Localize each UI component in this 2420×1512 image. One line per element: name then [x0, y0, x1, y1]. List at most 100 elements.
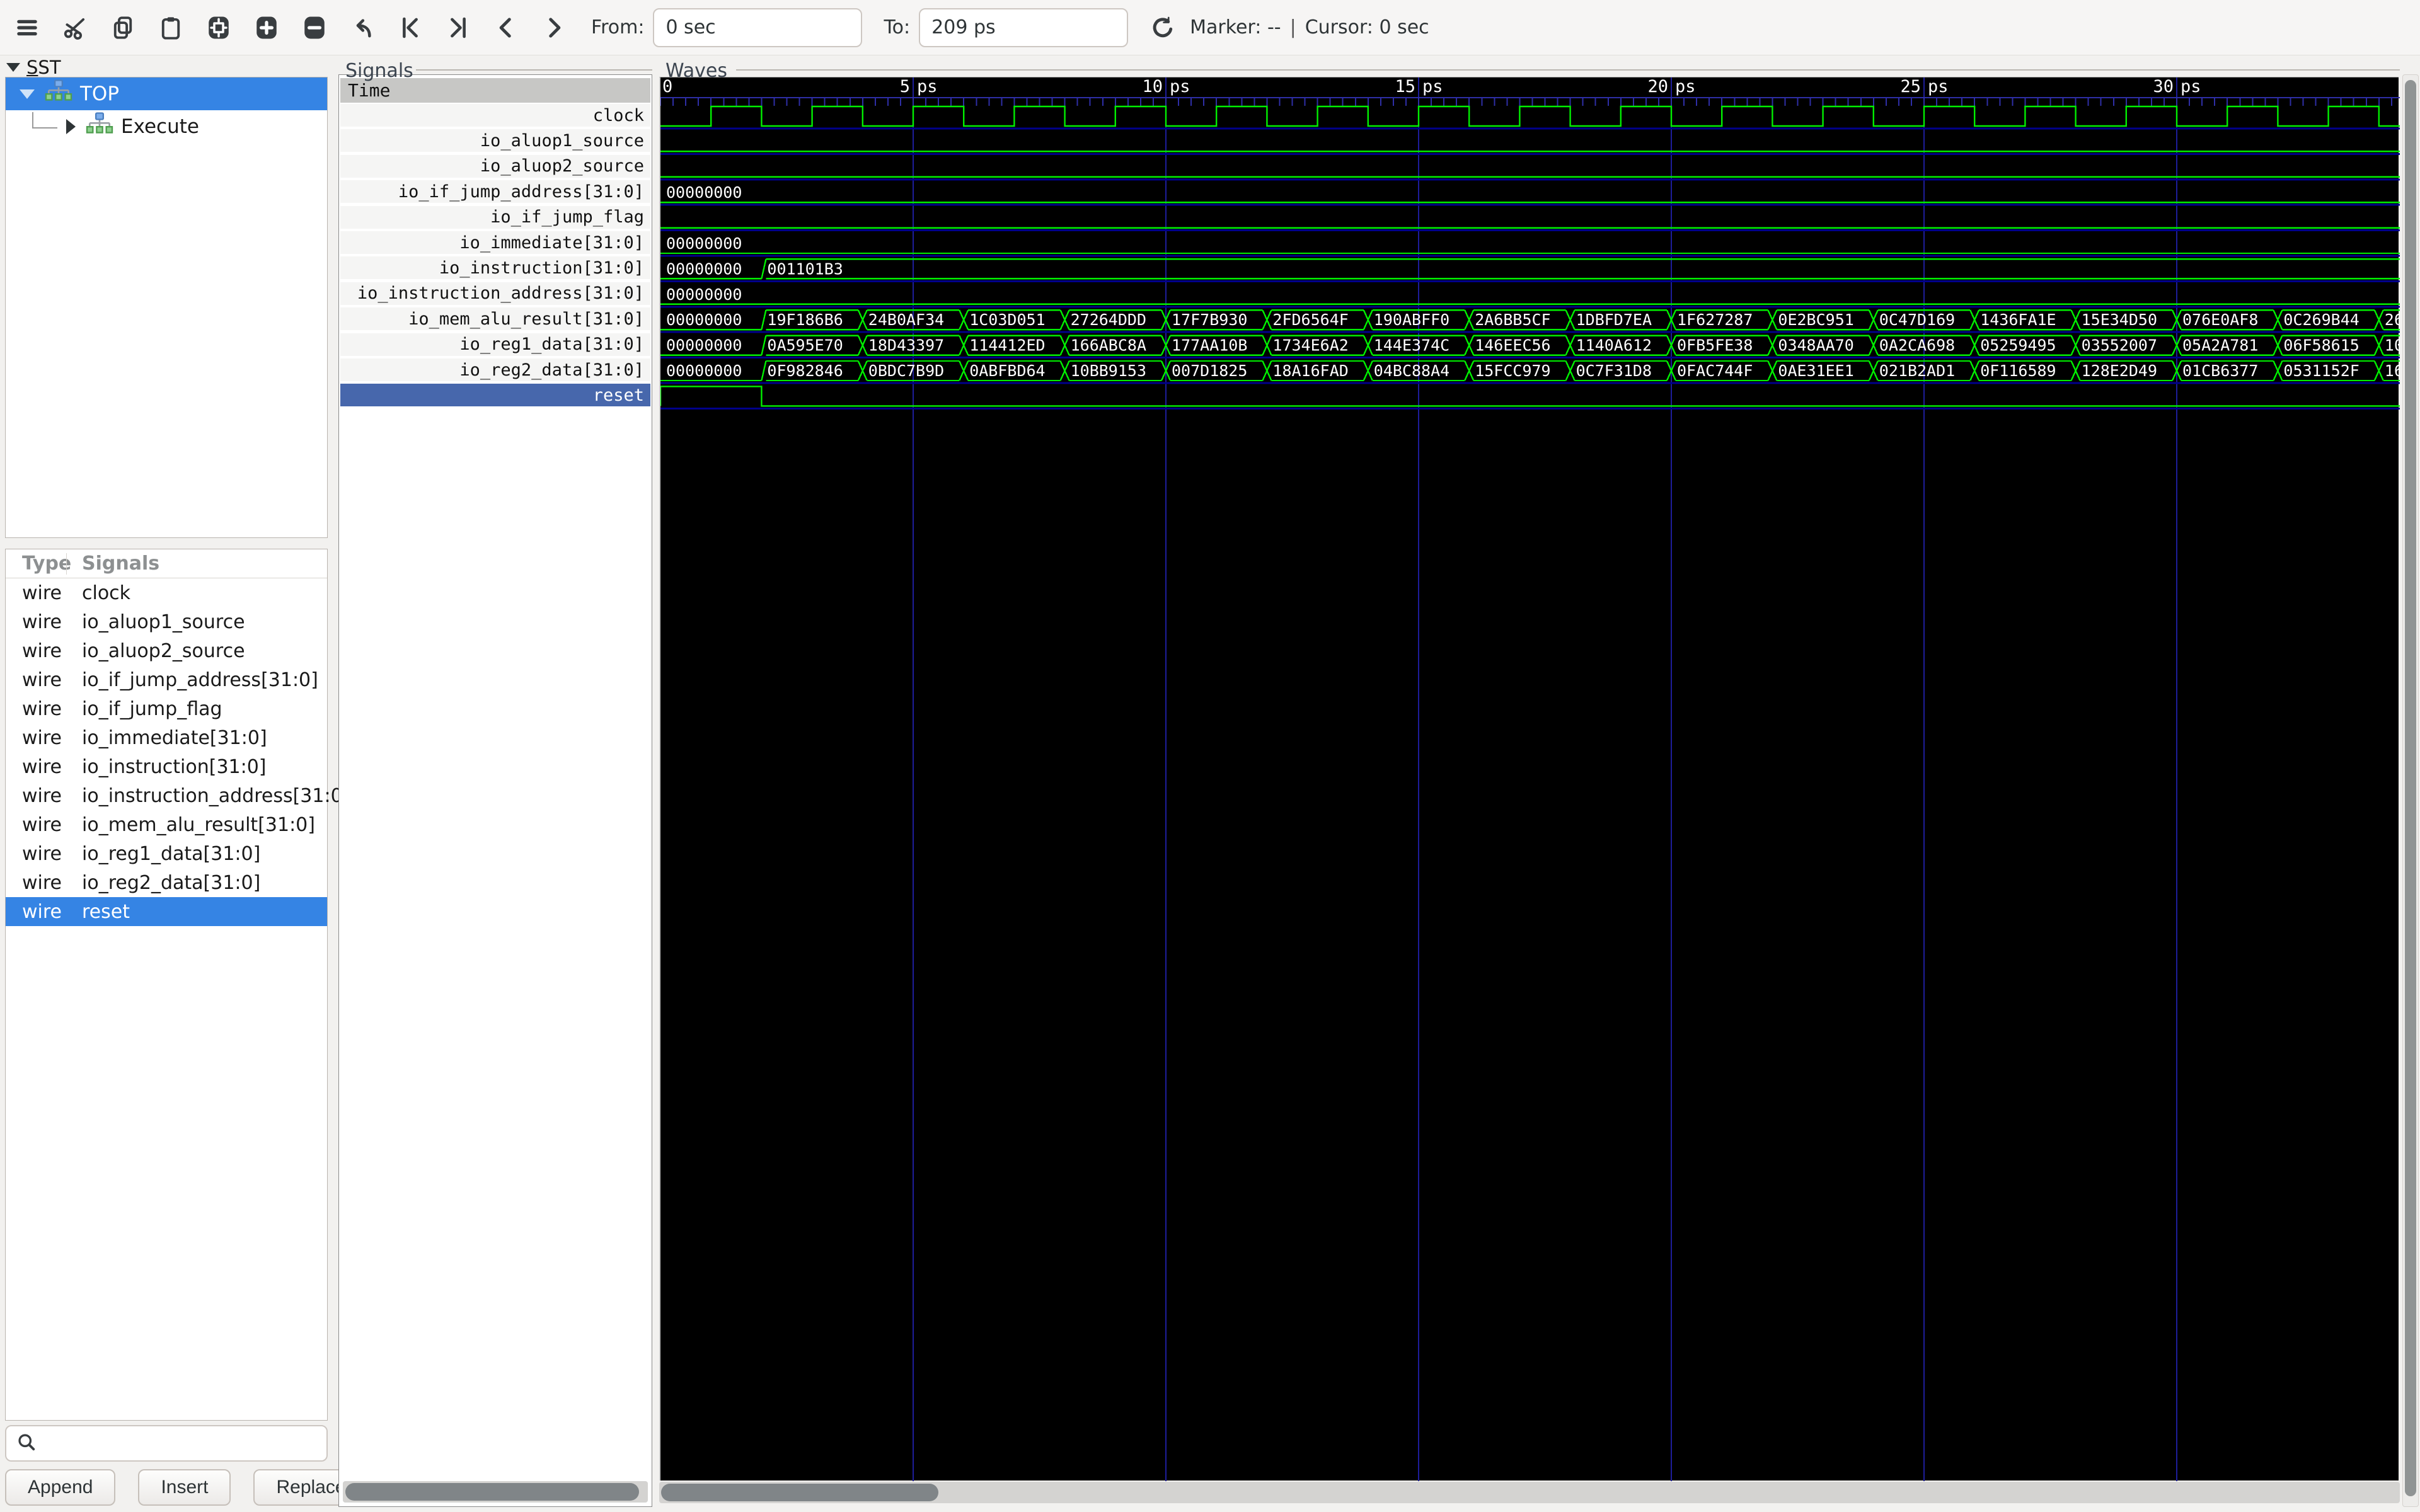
reload-button[interactable]	[1147, 12, 1178, 43]
zoom-undo-button[interactable]	[347, 12, 378, 43]
svg-text:0FB5FE38: 0FB5FE38	[1677, 336, 1753, 355]
signal-row-io_mem_alu_result[interactable]: io_mem_alu_result[31:0]	[340, 307, 650, 331]
svg-text:00000000: 00000000	[666, 234, 742, 253]
tree-node-execute[interactable]: Execute	[6, 110, 327, 143]
signal-row-io_reg2_data[interactable]: io_reg2_data[31:0]	[340, 358, 650, 382]
signal-row-io_if_jump_flag[interactable]: io_if_jump_flag	[340, 206, 650, 230]
table-row-io_if_jump_flag[interactable]: wireio_if_jump_flag	[6, 694, 327, 723]
signal-row-io_immediate[interactable]: io_immediate[31:0]	[340, 231, 650, 255]
svg-text:166ABC8A: 166ABC8A	[1071, 336, 1146, 355]
table-row-io_reg2_data[31:0][interactable]: wireio_reg2_data[31:0]	[6, 868, 327, 897]
table-row-io_aluop2_source[interactable]: wireio_aluop2_source	[6, 636, 327, 665]
svg-text:0E2BC951: 0E2BC951	[1778, 311, 1853, 329]
cell-type: wire	[6, 901, 66, 923]
svg-text:1734E6A2: 1734E6A2	[1272, 336, 1348, 355]
to-label: To:	[884, 16, 910, 38]
hierarchy-icon	[35, 79, 80, 109]
svg-text:5: 5	[900, 77, 910, 96]
zoom-in-button[interactable]	[251, 12, 282, 43]
svg-text:00000000: 00000000	[666, 311, 742, 329]
signal-row-io_aluop1_source[interactable]: io_aluop1_source	[340, 129, 650, 153]
status-separator: |	[1290, 16, 1296, 38]
table-row-io_mem_alu_result[31:0][interactable]: wireio_mem_alu_result[31:0]	[6, 810, 327, 839]
copy-button[interactable]	[107, 12, 139, 43]
svg-text:15E34D50: 15E34D50	[2082, 311, 2157, 329]
signal-row-io_aluop2_source[interactable]: io_aluop2_source	[340, 155, 650, 179]
table-row-io_aluop1_source[interactable]: wireio_aluop1_source	[6, 607, 327, 636]
svg-text:15: 15	[1395, 77, 1415, 96]
svg-text:0C269B44: 0C269B44	[2283, 311, 2359, 329]
svg-text:05A2A781: 05A2A781	[2182, 336, 2258, 355]
svg-text:144E374C: 144E374C	[1374, 336, 1449, 355]
cell-signal-name: clock	[66, 582, 130, 604]
signal-table-body: wireclockwireio_aluop1_sourcewireio_aluo…	[6, 578, 327, 926]
cut-button[interactable]	[59, 12, 91, 43]
append-button[interactable]: Append	[5, 1469, 115, 1506]
waves-vscrollbar[interactable]	[2402, 74, 2419, 1507]
signal-row-io_instruction[interactable]: io_instruction[31:0]	[340, 256, 650, 280]
tree-node-top[interactable]: TOP	[6, 77, 327, 110]
svg-text:ps: ps	[1928, 77, 1949, 96]
to-input[interactable]	[919, 8, 1128, 47]
cell-signal-name: io_aluop1_source	[66, 611, 245, 633]
svg-text:01CB6377: 01CB6377	[2182, 362, 2258, 380]
sst-header[interactable]: SST	[6, 57, 61, 78]
svg-text:00000000: 00000000	[666, 285, 742, 304]
svg-text:10BB9153: 10BB9153	[1071, 362, 1146, 380]
signal-row-io_if_jump_address[interactable]: io_if_jump_address[31:0]	[340, 180, 650, 204]
action-buttons: Append Insert Replace	[5, 1469, 328, 1506]
search-icon	[15, 1431, 38, 1456]
waves-hscrollbar[interactable]	[659, 1482, 2400, 1503]
collapse-triangle-icon[interactable]	[6, 63, 20, 72]
svg-text:20: 20	[1647, 77, 1668, 96]
signals-frame-label: Signals	[345, 60, 413, 82]
cell-signal-name: io_reg2_data[31:0]	[66, 872, 260, 894]
table-row-io_instruction[31:0][interactable]: wireio_instruction[31:0]	[6, 752, 327, 781]
signal-row-io_reg1_data[interactable]: io_reg1_data[31:0]	[340, 333, 650, 357]
table-row-io_if_jump_address[31:0][interactable]: wireio_if_jump_address[31:0]	[6, 665, 327, 694]
expander-open-icon[interactable]	[20, 89, 35, 99]
search-box[interactable]	[5, 1425, 328, 1462]
table-row-io_reg1_data[31:0][interactable]: wireio_reg1_data[31:0]	[6, 839, 327, 868]
signal-row-io_instruction_address[interactable]: io_instruction_address[31:0]	[340, 282, 650, 306]
table-row-io_immediate[31:0][interactable]: wireio_immediate[31:0]	[6, 723, 327, 752]
svg-text:021B2AD1: 021B2AD1	[1879, 362, 1955, 380]
svg-text:18A16FAD: 18A16FAD	[1272, 362, 1348, 380]
svg-text:05259495: 05259495	[1980, 336, 2056, 355]
signals-hscrollbar-thumb[interactable]	[345, 1483, 639, 1501]
table-row-reset[interactable]: wirereset	[6, 897, 327, 926]
svg-text:0F116589: 0F116589	[1980, 362, 2056, 380]
zoom-out-button[interactable]	[299, 12, 330, 43]
search-input[interactable]	[38, 1433, 326, 1454]
waves-canvas[interactable]: 05ps10ps15ps20ps25ps30ps0000000000000000…	[659, 77, 2399, 1480]
insert-button[interactable]: Insert	[138, 1469, 231, 1506]
svg-text:ps: ps	[917, 77, 938, 96]
svg-text:2A6BB5CF: 2A6BB5CF	[1475, 311, 1550, 329]
paste-button[interactable]	[155, 12, 187, 43]
expander-closed-icon[interactable]	[66, 119, 76, 134]
from-label: From:	[591, 16, 644, 38]
svg-text:0BDC7B9D: 0BDC7B9D	[868, 362, 944, 380]
go-first-button[interactable]	[395, 12, 426, 43]
signals-hscrollbar[interactable]	[343, 1481, 648, 1503]
zoom-fit-button[interactable]	[203, 12, 234, 43]
table-row-io_instruction_address[31:0][interactable]: wireio_instruction_address[31:0]	[6, 781, 327, 810]
waves-hscrollbar-thumb[interactable]	[661, 1484, 938, 1501]
go-last-button[interactable]	[442, 12, 474, 43]
table-row-clock[interactable]: wireclock	[6, 578, 327, 607]
signal-row-reset[interactable]: reset	[340, 384, 650, 408]
svg-text:06F58615: 06F58615	[2283, 336, 2359, 355]
svg-text:0A595E70: 0A595E70	[767, 336, 843, 355]
menu-button[interactable]	[11, 12, 43, 43]
svg-text:26C: 26C	[2385, 311, 2400, 329]
from-input[interactable]	[653, 8, 862, 47]
svg-text:007D1825: 007D1825	[1172, 362, 1247, 380]
signal-row-clock[interactable]: clock	[340, 104, 650, 128]
step-back-button[interactable]	[490, 12, 522, 43]
signal-table-header: Type Signals	[6, 549, 327, 578]
cell-signal-name: io_aluop2_source	[66, 640, 245, 662]
step-forward-button[interactable]	[538, 12, 570, 43]
waves-vscrollbar-thumb[interactable]	[2405, 80, 2416, 1496]
waveform-svg: 05ps10ps15ps20ps25ps30ps0000000000000000…	[660, 77, 2400, 1481]
svg-text:0C47D169: 0C47D169	[1879, 311, 1955, 329]
